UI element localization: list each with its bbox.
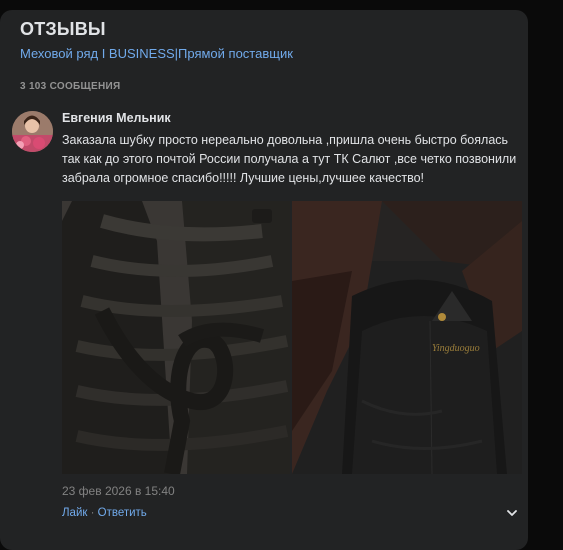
reply-link[interactable]: Ответить bbox=[98, 507, 147, 519]
coat-label-text: Yingduoguo bbox=[432, 343, 480, 354]
comment-actions: Лайк · Ответить bbox=[62, 507, 147, 519]
chevron-down-icon[interactable] bbox=[505, 506, 519, 520]
comment-text: Заказала шубку просто нереально довольна… bbox=[62, 133, 517, 185]
page-title: ОТЗЫВЫ bbox=[20, 19, 106, 39]
like-link[interactable]: Лайк bbox=[62, 507, 87, 519]
photo-fur-coat-lining[interactable]: Yingduoguo bbox=[292, 201, 522, 474]
actions-separator: · bbox=[87, 507, 98, 519]
topic-link[interactable]: Меховой ряд I BUSINESS|Прямой поставщик bbox=[20, 46, 293, 61]
photo-fur-coat-outside[interactable] bbox=[62, 201, 290, 474]
comment-timestamp[interactable]: 23 фев 2026 в 15:40 bbox=[62, 484, 175, 498]
avatar-image bbox=[12, 111, 53, 152]
comments-panel: ОТЗЫВЫ Меховой ряд I BUSINESS|Прямой пос… bbox=[0, 10, 528, 550]
fur-coat-image bbox=[62, 201, 290, 474]
comment-author[interactable]: Евгения Мельник bbox=[62, 111, 171, 125]
coat-lining-image: Yingduoguo bbox=[292, 201, 522, 474]
message-count: 3 103 СООБЩЕНИЯ bbox=[20, 81, 121, 92]
avatar[interactable] bbox=[12, 111, 53, 152]
